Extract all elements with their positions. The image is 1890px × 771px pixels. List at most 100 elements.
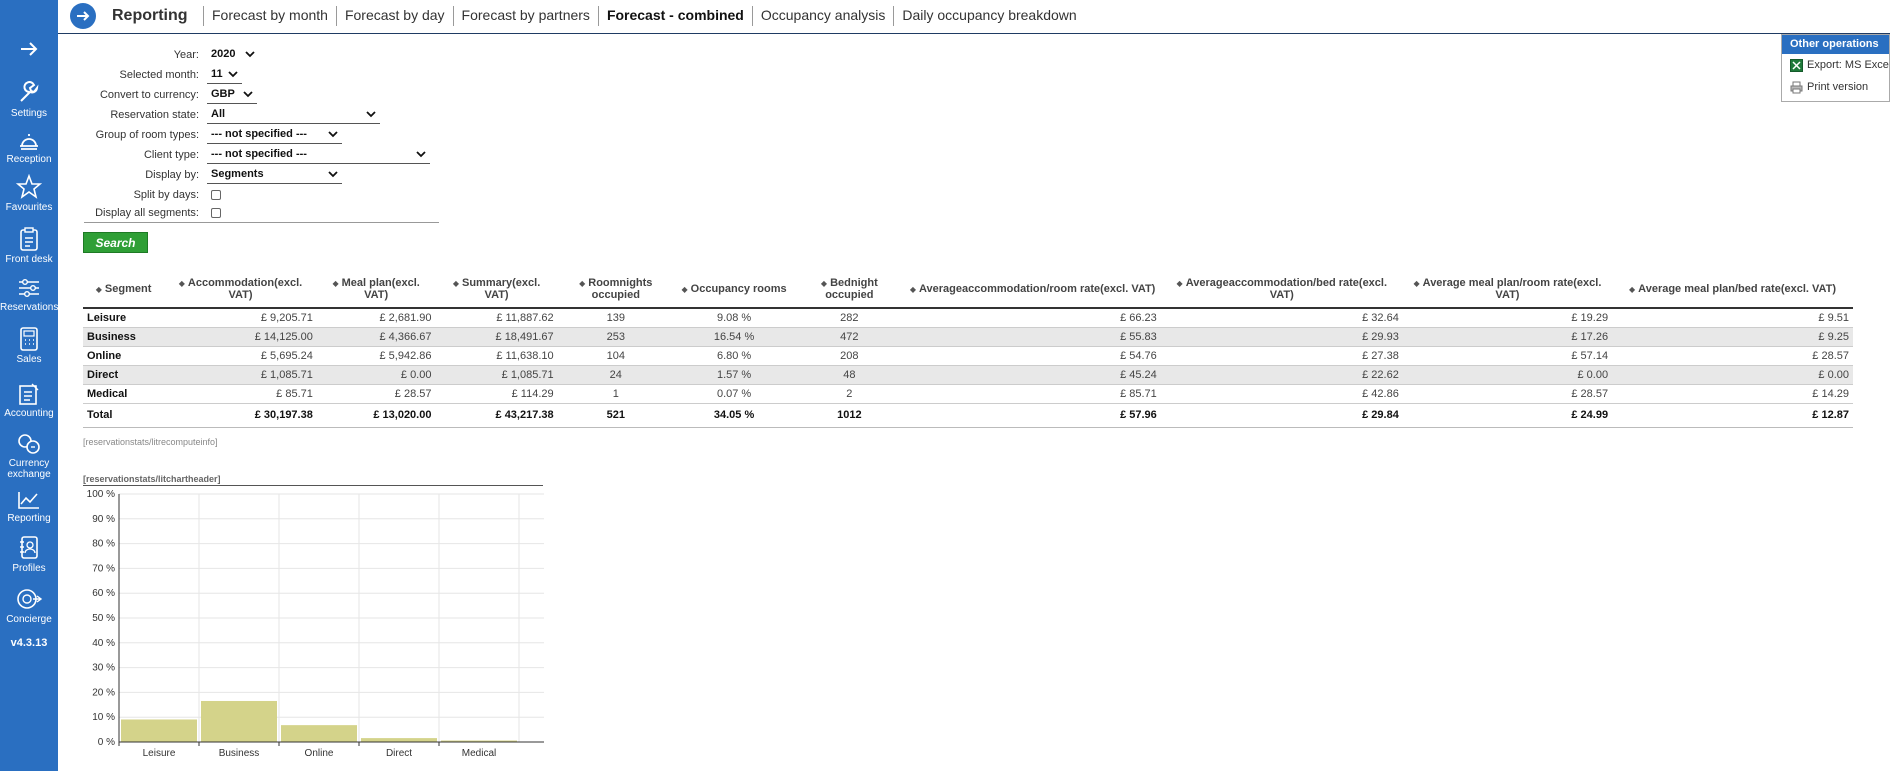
chart-bar [201,700,277,742]
other-operations-panel: Other operations Export: MS Excel Print … [1781,34,1890,102]
year-select[interactable]: 2020 [207,46,259,64]
currency-value: GBP [211,88,235,100]
display-by-select[interactable]: Segments [207,166,342,184]
sidebar-item-reporting[interactable]: Reporting [0,489,58,524]
table-cell: £ 9,205.71 [260,311,313,324]
column-header[interactable]: ◆ Roomnights occupied [558,270,674,308]
tab-forecast-by-partners[interactable]: Forecast by partners [452,6,598,26]
table-cell: £ 27.38 [1362,349,1399,362]
client-type-select[interactable]: --- not specified --- [207,146,430,164]
tab-occupancy-analysis[interactable]: Occupancy analysis [751,6,894,26]
sidebar-item-label: Profiles [12,563,46,574]
y-tick-label: 10 % [92,712,115,723]
table-cell: £ 9.51 [1818,311,1849,324]
table-row: Business £ 14,125.00 £ 4,366.67 £ 18,491.67… [83,327,1853,346]
sidebar-item-reception[interactable]: Reception [0,128,58,165]
version-label: v4.3.13 [10,637,48,649]
total-cell: £ 13,020.00 [373,409,432,421]
table-cell: £ 9.25 [1818,330,1849,343]
segment-cell: Medical [87,387,128,400]
split-by-days-label: Split by days: [133,189,199,201]
ledger-icon [19,383,39,405]
sidebar-item-front-desk[interactable]: Front desk [0,226,58,265]
table-cell: £ 57.14 [1571,349,1609,362]
sidebar-item-settings[interactable]: Settings [0,80,58,119]
column-header[interactable]: ◆ Average meal plan/room rate(excl. VAT) [1403,270,1612,308]
month-value: 11 [211,68,223,80]
column-header[interactable]: ◆ Averageaccommodation/bed rate(excl. VAT… [1161,270,1403,308]
tab-daily-occupancy-breakdown[interactable]: Daily occupancy breakdown [893,6,1084,26]
table-cell: £ 85.71 [1120,387,1157,400]
segment-cell: Direct [87,368,119,381]
sidebar-expand-button[interactable] [0,38,58,62]
sidebar-item-accounting[interactable]: Accounting [0,380,58,419]
client-type-value: --- not specified --- [211,148,307,160]
column-header[interactable]: ◆ Averageaccommodation/room rate(excl. VA… [904,270,1160,308]
column-header[interactable]: ◆ Occupancy rooms [674,270,794,308]
chevron-down-icon [228,71,238,78]
print-version-link[interactable]: Print version [1782,76,1889,98]
sidebar-item-favourites[interactable]: Favourites [0,174,58,213]
top-bar: Reporting Forecast by month Forecast by … [58,0,1890,34]
table-row: Direct £ 1,085.71 £ 0.00 £ 1,085.71 24 1.57 %… [83,365,1853,384]
reservation-state-row: Reservation state: All [84,106,439,124]
table-cell: £ 28.57 [1571,387,1609,400]
currency-select[interactable]: GBP [207,86,257,104]
search-button[interactable]: Search [83,232,148,253]
sort-icon: ◆ [178,278,185,288]
table-cell: 9.08 % [716,311,752,324]
sort-icon: ◆ [1629,284,1636,294]
column-header[interactable]: ◆ Summary(excl. VAT) [435,270,557,308]
table-cell: £ 28.57 [1812,349,1849,362]
column-header[interactable]: ◆ Bednight occupied [794,270,904,308]
column-header-label: Occupancy rooms [690,282,787,295]
sidebar-item-concierge[interactable]: Concierge [0,586,58,625]
month-select[interactable]: 11 [207,66,242,84]
room-group-select[interactable]: --- not specified --- [207,126,342,144]
x-tick-label: Medical [462,748,496,759]
client-type-label: Client type: [143,149,199,161]
sort-icon: ◆ [1413,278,1420,288]
star-icon [16,174,42,199]
chart-icon [18,492,39,509]
tab-forecast-combined[interactable]: Forecast - combined [597,6,752,26]
column-header[interactable]: ◆ Average meal plan/bed rate(excl. VAT) [1612,270,1853,308]
export-excel-link[interactable]: Export: MS Excel [1782,54,1889,76]
column-header[interactable]: ◆ Meal plan(excl. VAT) [317,270,436,308]
address-book-icon [20,536,38,559]
currency-label: Convert to currency: [99,89,199,101]
tab-forecast-by-month[interactable]: Forecast by month [203,6,336,26]
concierge-icon [17,589,43,609]
table-cell: 2 [846,387,853,400]
total-cell: £ 12.87 [1812,409,1849,421]
sidebar-item-sales[interactable]: Sales [0,326,58,365]
display-by-row: Display by: Segments [84,166,439,184]
column-header-label: Meal plan(excl. VAT) [341,276,420,301]
year-row: Year: 2020 [84,46,439,64]
display-by-value: Segments [211,168,264,180]
sidebar-item-currency-exchange[interactable]: Currency exchange [0,432,58,480]
sidebar-item-label: Accounting [4,408,54,419]
sidebar-item-label: Sales [16,354,42,365]
column-header[interactable]: ◆ Accommodation(excl. VAT) [164,270,317,308]
split-by-days-checkbox[interactable] [211,190,221,200]
menu-toggle-button[interactable] [70,3,96,29]
table-cell: 1.57 % [716,368,752,381]
reservation-state-select[interactable]: All [207,106,380,124]
tab-forecast-by-day[interactable]: Forecast by day [335,6,453,26]
sidebar-item-reservations[interactable]: Reservations [0,276,58,313]
total-cell: £ 43,217.38 [495,409,554,421]
sidebar-item-label: Favourites [5,202,53,213]
sidebar-item-profiles[interactable]: Profiles [0,535,58,574]
coins-icon [18,434,40,454]
chevron-down-icon [328,131,338,138]
table-cell: £ 0.00 [1818,368,1849,381]
compute-info-note: [reservationstats/litrecomputeinfo] [83,437,218,447]
filter-divider [84,222,439,223]
month-label: Selected month: [119,69,200,81]
table-cell: £ 28.57 [394,387,432,400]
column-header[interactable]: ◆ Segment [83,270,164,308]
room-group-label: Group of room types: [95,129,199,141]
total-cell: 1012 [837,409,862,421]
display-all-segments-checkbox[interactable] [211,208,221,218]
